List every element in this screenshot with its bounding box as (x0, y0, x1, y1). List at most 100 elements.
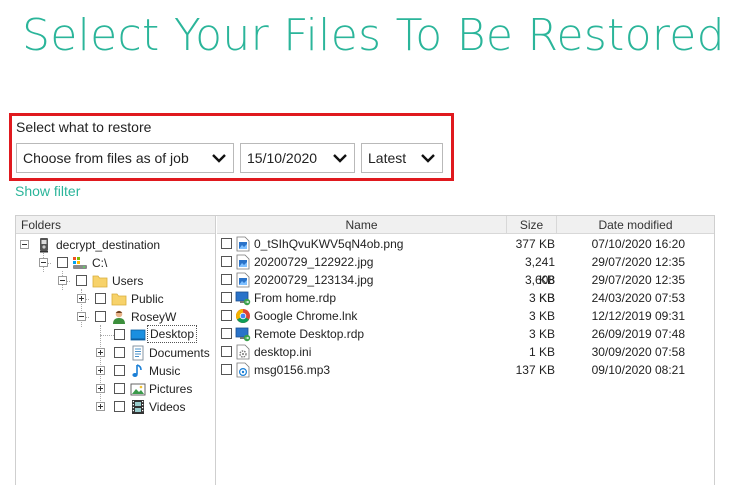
file-size: 3 KB (528, 291, 555, 305)
expand-icon[interactable] (96, 402, 105, 411)
tree-label: C:\ (92, 256, 108, 270)
file-size: 3 KB (528, 309, 555, 323)
videos-checkbox[interactable] (114, 401, 125, 412)
file-checkbox[interactable] (221, 346, 232, 357)
image-file-icon (236, 236, 250, 252)
expand-icon[interactable] (96, 384, 105, 393)
file-row[interactable]: desktop.ini 1 KB 30/09/2020 07:58 (217, 343, 714, 361)
file-checkbox[interactable] (221, 364, 232, 375)
expand-icon[interactable] (77, 294, 86, 303)
chevron-down-icon (212, 154, 226, 163)
audio-file-icon (236, 362, 250, 378)
user-folder-icon (113, 310, 125, 324)
restore-type-dropdown[interactable]: Choose from files as of job (16, 143, 234, 173)
file-name: From home.rdp (254, 291, 337, 305)
file-size: 1 KB (528, 345, 555, 359)
pictures-checkbox[interactable] (114, 383, 125, 394)
pictures-icon (130, 383, 146, 396)
collapse-icon[interactable] (39, 258, 48, 267)
tree-label: Music (149, 364, 181, 378)
collapse-icon[interactable] (20, 240, 29, 249)
tree-item-music[interactable]: Music (16, 362, 215, 380)
music-checkbox[interactable] (114, 365, 125, 376)
column-header-size[interactable]: Size (507, 216, 557, 234)
file-checkbox[interactable] (221, 328, 232, 339)
tree-item-pictures[interactable]: Pictures (16, 380, 215, 398)
file-date: 09/10/2020 08:21 (591, 363, 685, 377)
collapse-icon[interactable] (77, 312, 86, 321)
image-file-icon (236, 254, 250, 270)
show-filter-link[interactable]: Show filter (15, 183, 80, 199)
file-name: 0_tSIhQvuKWV5qN4ob.png (254, 237, 404, 251)
folders-pane: Folders decrypt_destination C:\ Users Pu… (16, 216, 216, 485)
tree-item-roseyw[interactable]: RoseyW (16, 308, 215, 326)
file-row[interactable]: msg0156.mp3 137 KB 09/10/2020 08:21 (217, 361, 714, 379)
file-row[interactable]: From home.rdp 3 KB 24/03/2020 07:53 (217, 289, 714, 307)
folder-icon (92, 275, 108, 288)
roseyw-checkbox[interactable] (95, 311, 106, 322)
folders-header: Folders (16, 216, 215, 234)
restore-selection-panel: Select what to restore Choose from files… (9, 113, 454, 181)
page-title: Select Your Files To Be Restored (22, 10, 725, 61)
tree-item-drive-c[interactable]: C:\ (16, 254, 215, 272)
tree-item-users[interactable]: Users (16, 272, 215, 290)
music-note-icon (132, 364, 142, 377)
expand-icon[interactable] (96, 366, 105, 375)
file-row[interactable]: Google Chrome.lnk 3 KB 12/12/2019 09:31 (217, 307, 714, 325)
chevron-down-icon (421, 154, 435, 163)
tree-item-desktop[interactable]: Desktop (16, 325, 215, 344)
documents-checkbox[interactable] (114, 347, 125, 358)
collapse-icon[interactable] (58, 276, 67, 285)
file-name: Remote Desktop.rdp (254, 327, 365, 341)
file-size: 3 KB (528, 327, 555, 341)
file-checkbox[interactable] (221, 238, 232, 249)
folder-icon (111, 293, 127, 306)
file-row[interactable]: 20200729_122922.jpg 3,241 KB 29/07/2020 … (217, 253, 714, 287)
expand-icon[interactable] (96, 348, 105, 357)
files-pane: Name Size Date modified 0_tSIhQvuKWV5qN4… (217, 216, 714, 485)
file-name: desktop.ini (254, 345, 312, 359)
remote-desktop-icon (235, 291, 251, 306)
file-row[interactable]: Remote Desktop.rdp 3 KB 26/09/2019 07:48 (217, 325, 714, 343)
file-date: 29/07/2020 12:35 (591, 273, 685, 287)
file-date: 30/09/2020 07:58 (591, 345, 685, 359)
tree-item-decrypt-destination[interactable]: decrypt_destination (16, 236, 215, 254)
image-file-icon (236, 272, 250, 288)
restore-date-dropdown[interactable]: 15/10/2020 (240, 143, 355, 173)
column-header-date-modified[interactable]: Date modified (557, 216, 714, 234)
documents-icon (132, 345, 144, 361)
file-checkbox[interactable] (221, 310, 232, 321)
file-checkbox[interactable] (221, 292, 232, 303)
chevron-down-icon (333, 154, 347, 163)
file-row[interactable]: 20200729_123134.jpg 3,608 KB 29/07/2020 … (217, 271, 714, 305)
chrome-icon (236, 309, 250, 323)
users-checkbox[interactable] (76, 275, 87, 286)
file-name: 20200729_123134.jpg (254, 273, 374, 287)
tree-item-videos[interactable]: Videos (16, 398, 215, 416)
tree-label: RoseyW (131, 310, 177, 324)
public-checkbox[interactable] (95, 293, 106, 304)
file-name: Google Chrome.lnk (254, 309, 358, 323)
restore-version-value: Latest (368, 150, 407, 166)
file-name: msg0156.mp3 (254, 363, 331, 377)
desktop-icon (130, 329, 146, 341)
desktop-checkbox[interactable] (114, 329, 125, 340)
tree-label: decrypt_destination (56, 238, 161, 252)
column-header-name[interactable]: Name (217, 216, 507, 234)
file-checkbox[interactable] (221, 256, 232, 267)
tree-item-documents[interactable]: Documents (16, 344, 215, 362)
tree-label: Documents (149, 346, 210, 360)
drive-checkbox[interactable] (57, 257, 68, 268)
drive-icon (73, 257, 87, 269)
video-film-icon (132, 400, 144, 414)
restore-version-dropdown[interactable]: Latest (361, 143, 443, 173)
file-size: 137 KB (515, 363, 555, 377)
file-row[interactable]: 0_tSIhQvuKWV5qN4ob.png 377 KB 07/10/2020… (217, 235, 714, 253)
file-browser: Folders decrypt_destination C:\ Users Pu… (15, 215, 715, 485)
file-checkbox[interactable] (221, 274, 232, 285)
restore-label: Select what to restore (16, 119, 152, 135)
tree-label: Users (112, 274, 144, 288)
tree-label: Public (131, 292, 164, 306)
device-icon (40, 238, 48, 253)
tree-item-public[interactable]: Public (16, 290, 215, 308)
